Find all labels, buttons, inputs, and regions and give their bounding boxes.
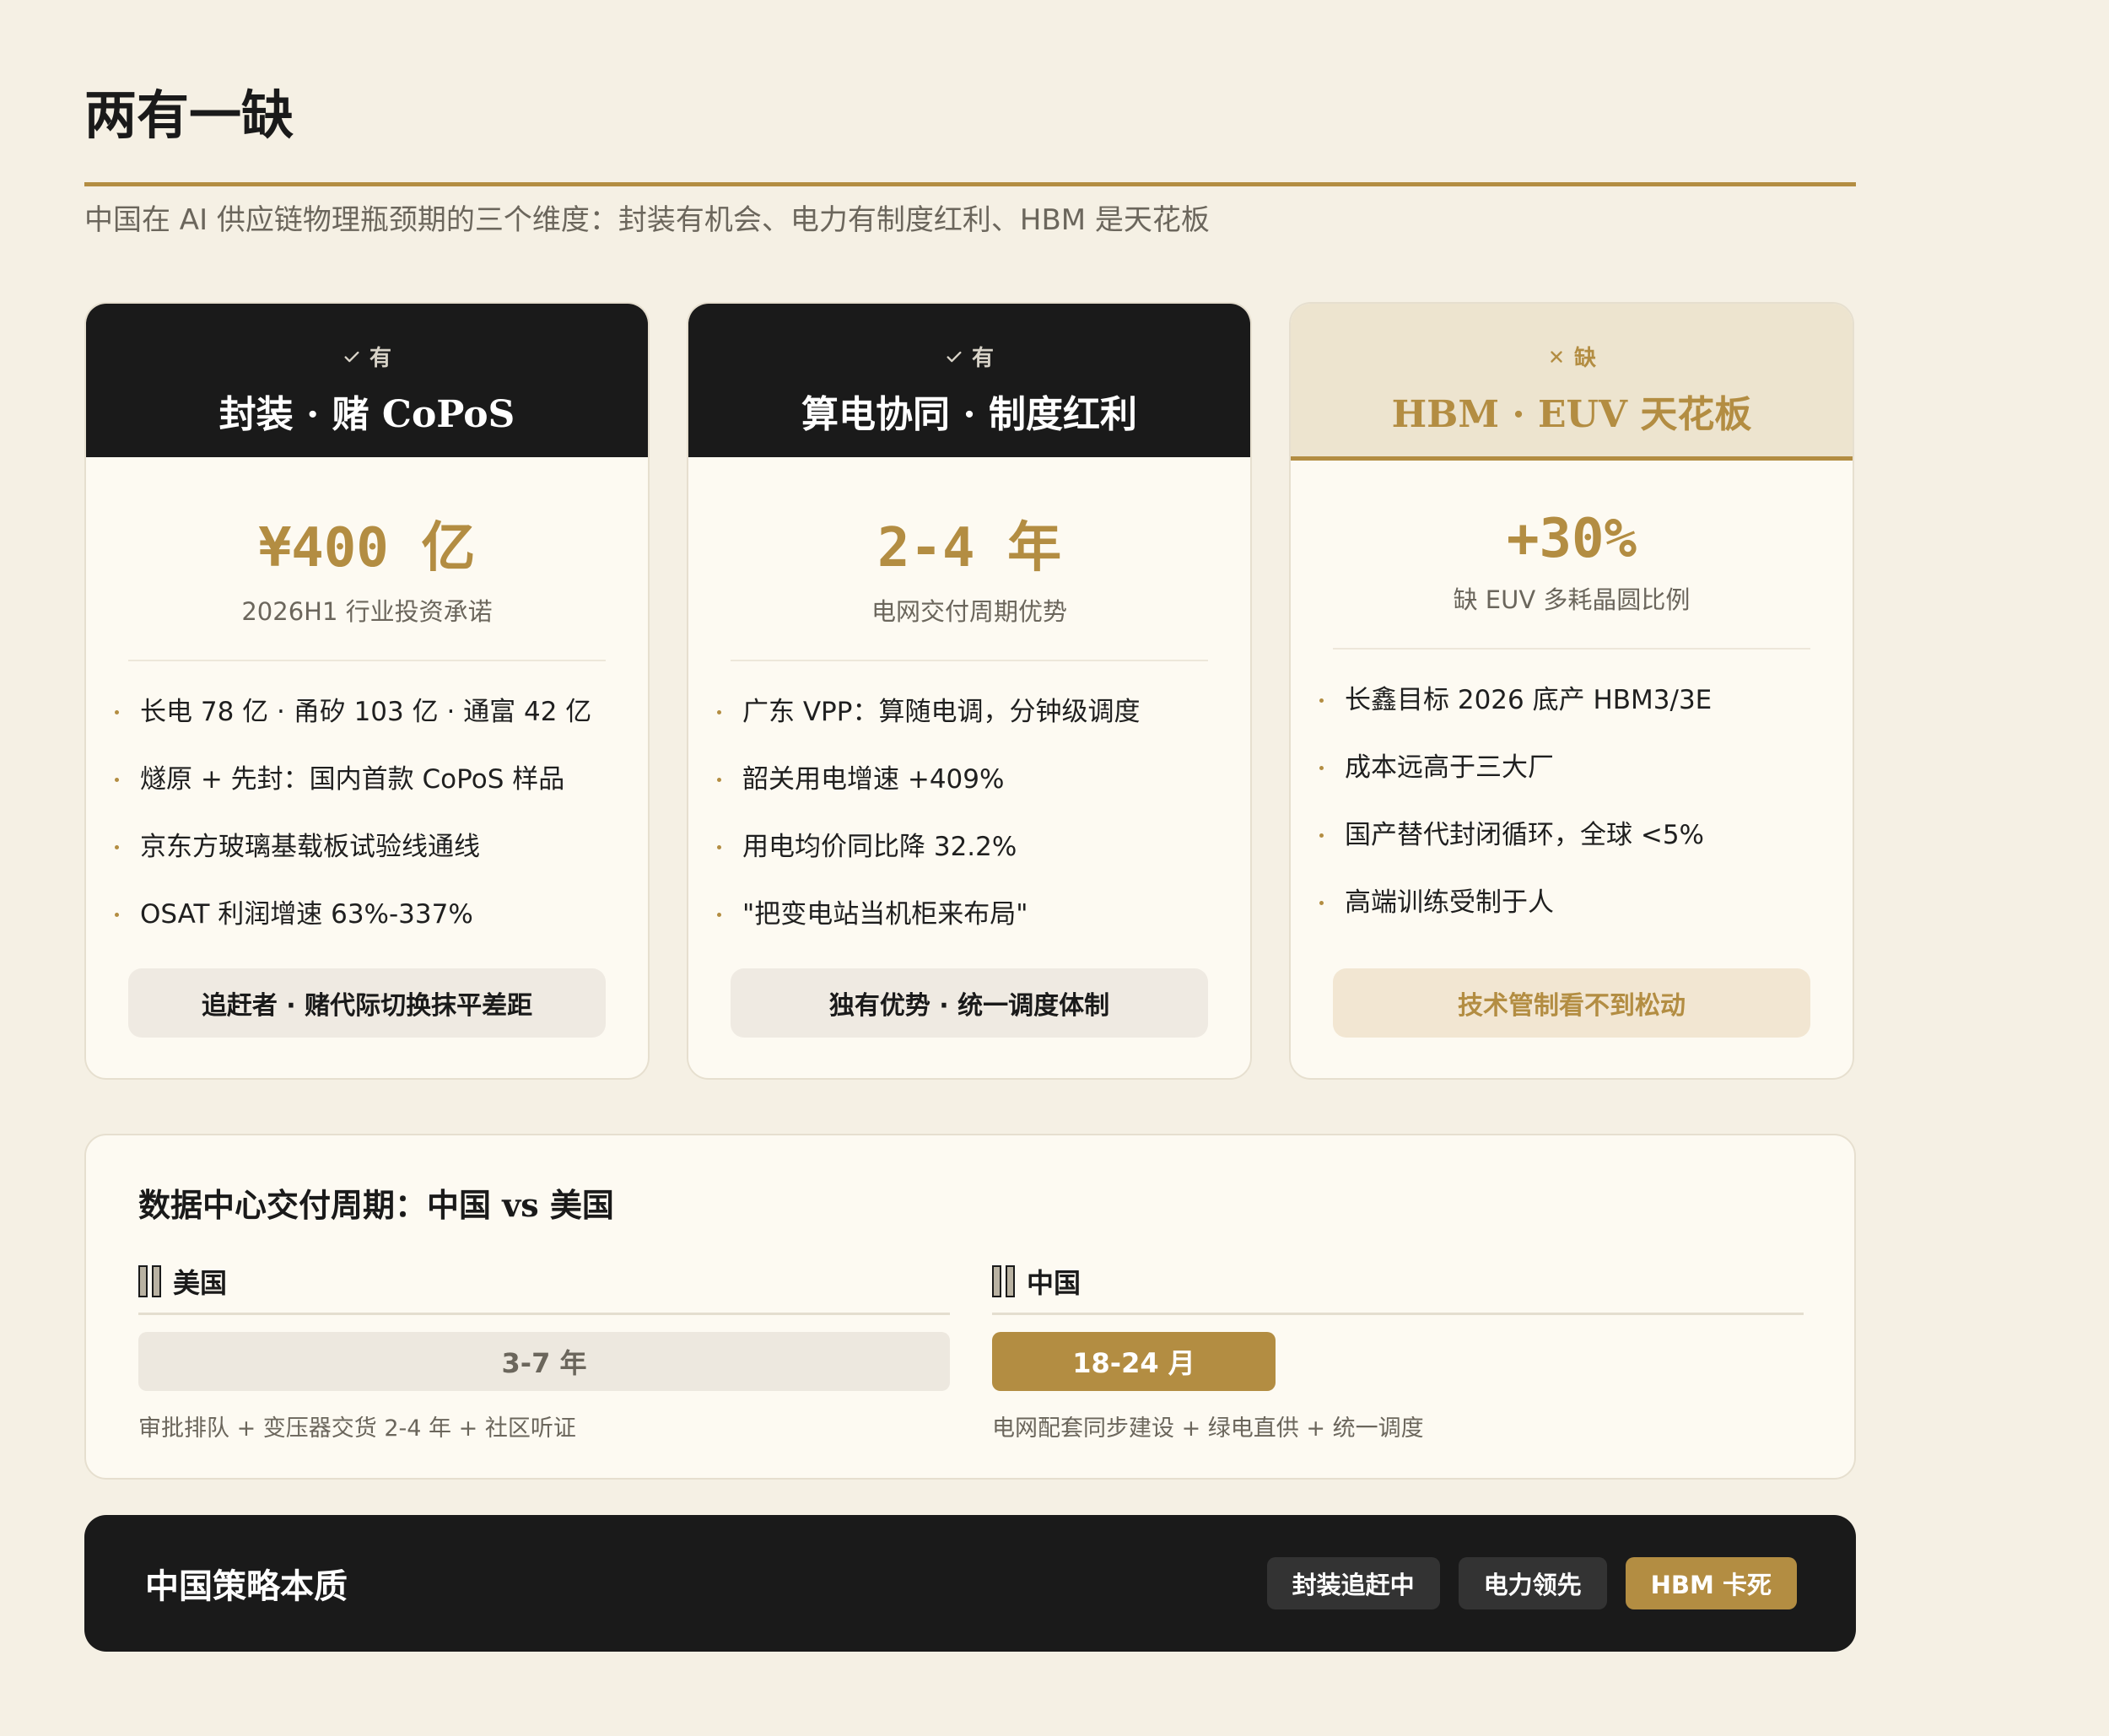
- status-badge: 有: [86, 341, 648, 372]
- list-item-text: 高端训练受制于人: [1345, 887, 1554, 918]
- list-item-text: 用电均价同比降 32.2%: [742, 832, 1017, 862]
- column-note: 电网配套同步建设 + 绿电直供 + 统一调度: [992, 1415, 1424, 1442]
- pill-power: 电力领先: [1458, 1557, 1607, 1609]
- card-verdict: 追赶者 · 赌代际切换抹平差距: [128, 968, 606, 1038]
- list-item-text: 成本远高于三大厂: [1345, 752, 1554, 783]
- list-item-text: 广东 VPP：算随电调，分钟级调度: [742, 697, 1141, 727]
- status-label: 有: [971, 346, 994, 371]
- card-metric: 2-4 年: [877, 517, 1062, 580]
- list-item-text: "把变电站当机柜来布局": [742, 899, 1028, 930]
- list-item-text: 国产替代封闭循环，全球 <5%: [1345, 820, 1705, 850]
- flag-icon: [138, 1265, 161, 1297]
- status-label: 有: [369, 346, 391, 371]
- card-divider: [731, 660, 1208, 661]
- duration-bar-us: 3-7 年: [138, 1332, 950, 1391]
- card-verdict: 独有优势 · 统一调度体制: [731, 968, 1208, 1038]
- bullet-dot-icon: [717, 913, 721, 917]
- list-item: "把变电站当机柜来布局": [717, 896, 1250, 963]
- comparison-column-us: 美国 3-7 年 审批排队 + 变压器交货 2-4 年 + 社区听证: [138, 1260, 950, 1442]
- bullet-dot-icon: [115, 710, 119, 714]
- bullet-dot-icon: [115, 913, 119, 917]
- pill-packaging: 封装追赶中: [1266, 1557, 1440, 1609]
- list-item-text: 韶关用电增速 +409%: [742, 764, 1005, 795]
- card-metric-label: 缺 EUV 多耗晶圆比例: [1453, 585, 1691, 614]
- bullet-dot-icon: [1319, 833, 1324, 838]
- card-header: 缺 HBM · EUV 天花板: [1291, 304, 1853, 461]
- card-title: 算电协同 · 制度红利: [801, 393, 1137, 436]
- list-item: 广东 VPP：算随电调，分钟级调度: [717, 693, 1250, 761]
- card-metric-label: 电网交付周期优势: [871, 597, 1067, 626]
- page-title: 两有一缺: [84, 84, 294, 146]
- column-label: 中国: [1027, 1267, 1081, 1299]
- card-bullet-list: 长电 78 亿 · 甬矽 103 亿 · 通富 42 亿 燧原 + 先封：国内首…: [86, 693, 648, 963]
- flag-icon: [992, 1265, 1015, 1297]
- status-badge: 缺: [1291, 341, 1853, 372]
- column-divider: [138, 1313, 950, 1315]
- card-metric: ¥400 亿: [258, 517, 476, 580]
- bullet-dot-icon: [717, 845, 721, 849]
- card-metric: +30%: [1506, 508, 1637, 570]
- page: 两有一缺 中国在 AI 供应链物理瓶颈期的三个维度：封装有机会、电力有制度红利、…: [0, 0, 2109, 1736]
- card-bullet-list: 长鑫目标 2026 底产 HBM3/3E 成本远高于三大厂 国产替代封闭循环，全…: [1291, 682, 1853, 952]
- column-label: 美国: [173, 1267, 228, 1299]
- comparison-title: 数据中心交付周期：中国 vs 美国: [138, 1186, 614, 1224]
- summary-title: 中国策略本质: [145, 1567, 348, 1606]
- bullet-dot-icon: [115, 845, 119, 849]
- list-item: 用电均价同比降 32.2%: [717, 828, 1250, 896]
- list-item: 韶关用电增速 +409%: [717, 761, 1250, 828]
- check-icon: [344, 351, 359, 362]
- list-item: 国产替代封闭循环，全球 <5%: [1319, 817, 1853, 884]
- bullet-dot-icon: [1319, 901, 1324, 905]
- list-item: 高端训练受制于人: [1319, 884, 1853, 952]
- card-metric-label: 2026H1 行业投资承诺: [241, 597, 493, 626]
- card-title: 封装 · 赌 CoPoS: [218, 393, 515, 436]
- list-item-text: 长电 78 亿 · 甬矽 103 亿 · 通富 42 亿: [140, 697, 592, 727]
- page-subtitle: 中国在 AI 供应链物理瓶颈期的三个维度：封装有机会、电力有制度红利、HBM 是…: [84, 203, 1210, 237]
- list-item: 京东方玻璃基载板试验线通线: [115, 828, 648, 896]
- list-item: 燧原 + 先封：国内首款 CoPoS 样品: [115, 761, 648, 828]
- bullet-dot-icon: [1319, 698, 1324, 703]
- column-note: 审批排队 + 变压器交货 2-4 年 + 社区听证: [138, 1415, 576, 1442]
- bullet-dot-icon: [717, 778, 721, 782]
- list-item-text: OSAT 利润增速 63%-337%: [140, 899, 473, 930]
- list-item: 长电 78 亿 · 甬矽 103 亿 · 通富 42 亿: [115, 693, 648, 761]
- card-title: HBM · EUV 天花板: [1391, 393, 1752, 436]
- card-hbm: 缺 HBM · EUV 天花板 +30% 缺 EUV 多耗晶圆比例 长鑫目标 2…: [1289, 302, 1854, 1080]
- status-label: 缺: [1573, 346, 1596, 371]
- list-item: OSAT 利润增速 63%-337%: [115, 896, 648, 963]
- column-header: 美国: [138, 1260, 950, 1302]
- card-packaging: 有 封装 · 赌 CoPoS ¥400 亿 2026H1 行业投资承诺 长电 7…: [84, 302, 650, 1080]
- column-divider: [992, 1313, 1804, 1315]
- list-item-text: 燧原 + 先封：国内首款 CoPoS 样品: [140, 764, 565, 795]
- comparison-column-cn: 中国 18-24 月 电网配套同步建设 + 绿电直供 + 统一调度: [992, 1260, 1804, 1442]
- status-badge: 有: [688, 341, 1250, 372]
- pill-hbm: HBM 卡死: [1625, 1557, 1797, 1609]
- summary-pills: 封装追赶中 电力领先 HBM 卡死: [1266, 1557, 1797, 1609]
- card-verdict: 技术管制看不到松动: [1333, 968, 1810, 1038]
- list-item-text: 京东方玻璃基载板试验线通线: [140, 832, 480, 862]
- list-item-text: 长鑫目标 2026 底产 HBM3/3E: [1345, 685, 1713, 715]
- title-divider: [84, 182, 1856, 186]
- delivery-comparison-panel: 数据中心交付周期：中国 vs 美国 美国 3-7 年 审批排队 + 变压器交货 …: [84, 1134, 1856, 1480]
- list-item: 成本远高于三大厂: [1319, 749, 1853, 817]
- duration-bar-cn: 18-24 月: [992, 1332, 1276, 1391]
- strategy-summary-bar: 中国策略本质 封装追赶中 电力领先 HBM 卡死: [84, 1515, 1856, 1652]
- card-header: 有 算电协同 · 制度红利: [688, 304, 1250, 457]
- bullet-dot-icon: [717, 710, 721, 714]
- column-header: 中国: [992, 1260, 1804, 1302]
- list-item: 长鑫目标 2026 底产 HBM3/3E: [1319, 682, 1853, 749]
- card-header: 有 封装 · 赌 CoPoS: [86, 304, 648, 457]
- check-icon: [947, 351, 962, 362]
- card-divider: [1333, 648, 1810, 650]
- card-power: 有 算电协同 · 制度红利 2-4 年 电网交付周期优势 广东 VPP：算随电调…: [687, 302, 1252, 1080]
- card-bullet-list: 广东 VPP：算随电调，分钟级调度 韶关用电增速 +409% 用电均价同比降 3…: [688, 693, 1250, 963]
- card-divider: [128, 660, 606, 661]
- bullet-dot-icon: [1319, 766, 1324, 770]
- bullet-dot-icon: [115, 778, 119, 782]
- cross-icon: [1551, 350, 1562, 363]
